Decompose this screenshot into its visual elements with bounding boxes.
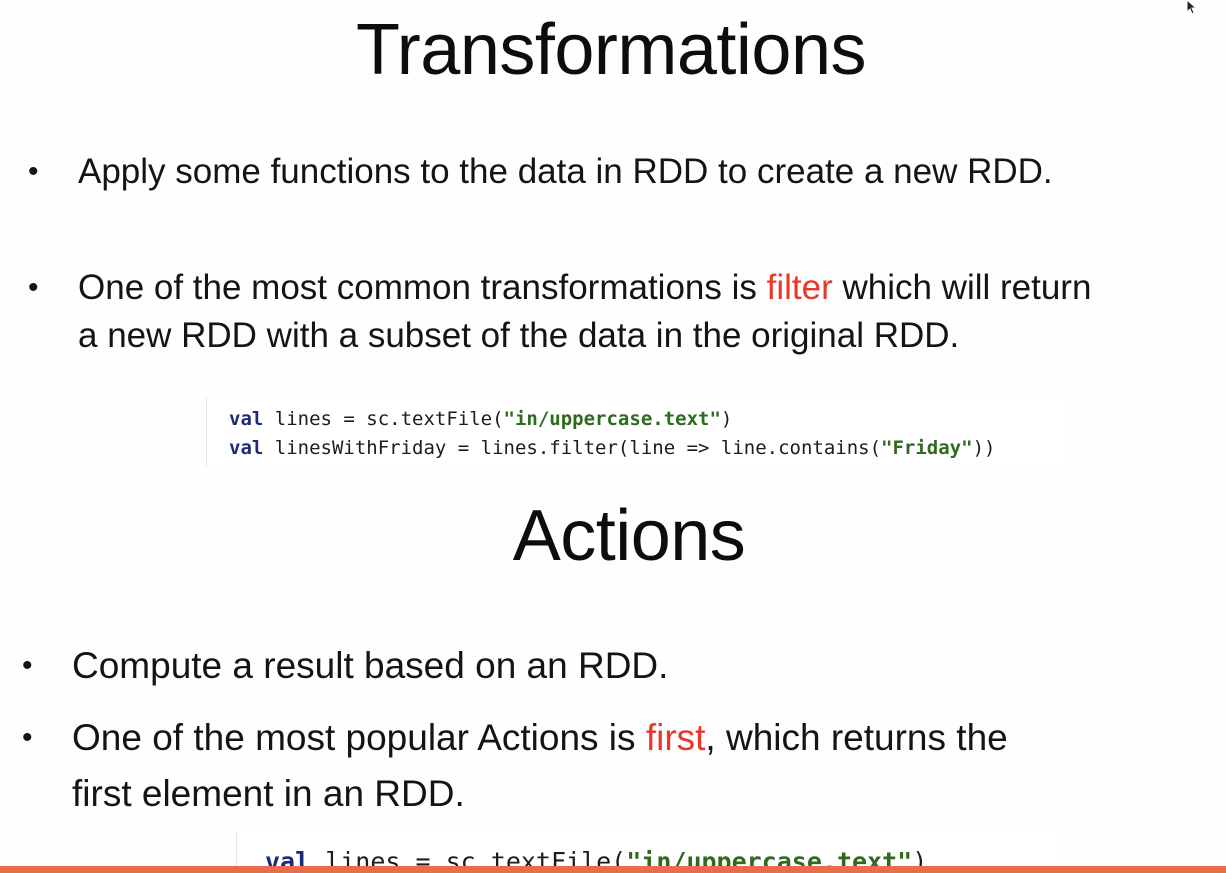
highlight-filter: filter	[766, 268, 833, 307]
bullet-dot-icon: •	[28, 271, 39, 304]
bullet-dot-icon: •	[22, 649, 33, 682]
highlight-first: first	[645, 717, 706, 758]
slide: Transformations • Apply some functions t…	[0, 0, 1226, 873]
bottom-progress-bar	[0, 866, 1226, 873]
bullet-dot-icon: •	[28, 155, 39, 188]
bullet-text: One of the most popular Actions is first…	[72, 717, 1008, 814]
title-transformations: Transformations	[356, 10, 867, 90]
bullet-text: Compute a result based on an RDD.	[72, 645, 669, 686]
title-actions: Actions	[512, 496, 746, 576]
bullet-dot-icon: •	[22, 721, 33, 754]
bullet-text: Apply some functions to the data in RDD …	[78, 152, 1053, 191]
code-snippet-filter: val lines = sc.textFile("in/uppercase.te…	[206, 398, 1066, 468]
bullet-text: One of the most common transformations i…	[78, 268, 1092, 355]
